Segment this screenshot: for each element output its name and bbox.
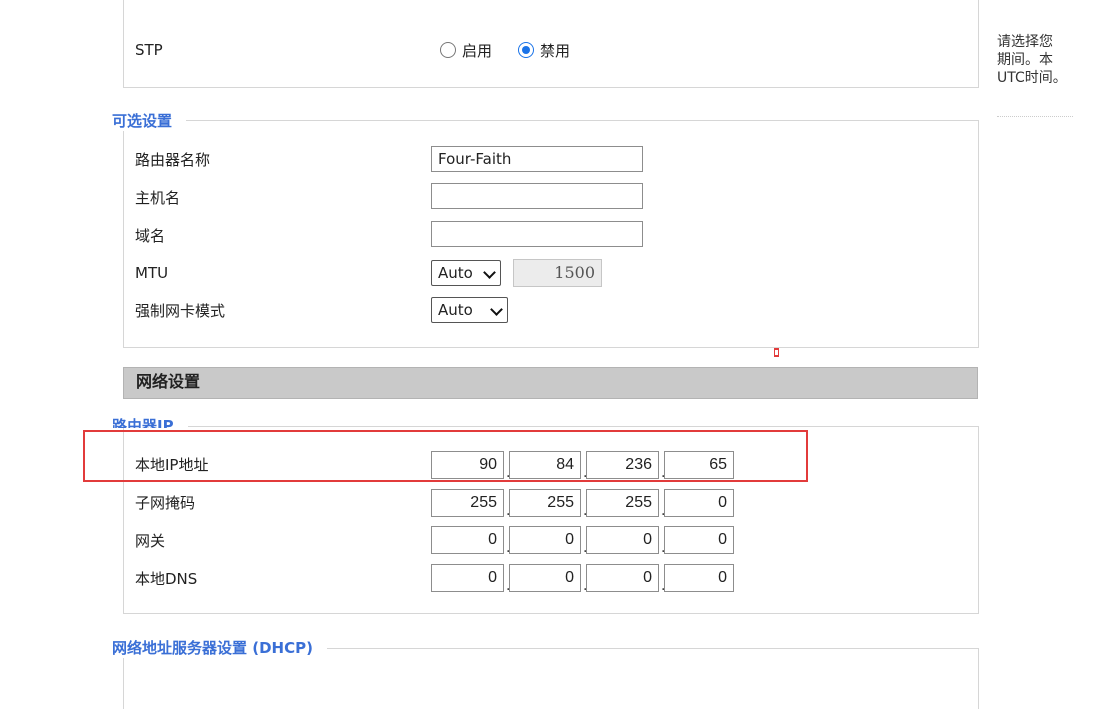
network-settings-header: 网络设置 — [123, 367, 978, 399]
mtu-label: MTU — [135, 264, 169, 282]
nic-mode-label: 强制网卡模式 — [135, 302, 226, 320]
annotation-highlight-box — [83, 430, 808, 482]
stp-disable-label[interactable]: 禁用 — [540, 41, 570, 61]
mtu-value-input: 1500 — [513, 259, 602, 287]
local-dns-octet-3[interactable]: 0 — [586, 564, 659, 592]
dhcp-legend: 网络地址服务器设置 (DHCP) — [112, 638, 327, 658]
gateway-octet-2[interactable]: 0 — [509, 526, 581, 554]
nic-mode-select[interactable]: Auto — [431, 297, 508, 323]
nic-mode-select-value: Auto — [438, 301, 473, 319]
help-line-1: 请选择您 — [997, 34, 1053, 50]
router-name-input[interactable] — [431, 146, 643, 172]
stp-enable-radio[interactable] — [440, 42, 456, 58]
gateway-octet-1[interactable]: 0 — [431, 526, 504, 554]
local-dns-label: 本地DNS — [135, 570, 198, 588]
subnet-mask-octet-1[interactable]: 255 — [431, 489, 504, 517]
stp-enable-label[interactable]: 启用 — [462, 41, 492, 61]
gateway-label: 网关 — [135, 532, 166, 550]
help-line-2: 期间。本 — [997, 52, 1053, 68]
hostname-label: 主机名 — [135, 189, 181, 207]
mtu-select[interactable]: Auto — [431, 260, 501, 286]
annotation-marker — [774, 348, 779, 357]
hostname-input[interactable] — [431, 183, 643, 209]
domain-label: 域名 — [135, 227, 166, 245]
chevron-down-icon — [490, 303, 503, 316]
stp-disable-radio[interactable] — [518, 42, 534, 58]
subnet-mask-octet-4[interactable]: 0 — [664, 489, 734, 517]
help-divider — [997, 116, 1073, 117]
stp-label: STP — [135, 41, 163, 59]
subnet-mask-octet-2[interactable]: 255 — [509, 489, 581, 517]
domain-input[interactable] — [431, 221, 643, 247]
mtu-select-value: Auto — [438, 264, 473, 282]
local-dns-octet-1[interactable]: 0 — [431, 564, 504, 592]
router-name-label: 路由器名称 — [135, 151, 211, 169]
gateway-octet-4[interactable]: 0 — [664, 526, 734, 554]
router-ip-legend: 路由器IP — [112, 416, 188, 428]
local-dns-octet-2[interactable]: 0 — [509, 564, 581, 592]
gateway-octet-3[interactable]: 0 — [586, 526, 659, 554]
help-line-3: UTC时间。 — [997, 70, 1067, 86]
chevron-down-icon — [483, 266, 496, 279]
subnet-mask-label: 子网掩码 — [135, 494, 196, 512]
help-text: 请选择您 期间。本 UTC时间。 — [997, 33, 1073, 87]
subnet-mask-octet-3[interactable]: 255 — [586, 489, 659, 517]
optional-settings-legend: 可选设置 — [112, 111, 187, 131]
local-dns-octet-4[interactable]: 0 — [664, 564, 734, 592]
